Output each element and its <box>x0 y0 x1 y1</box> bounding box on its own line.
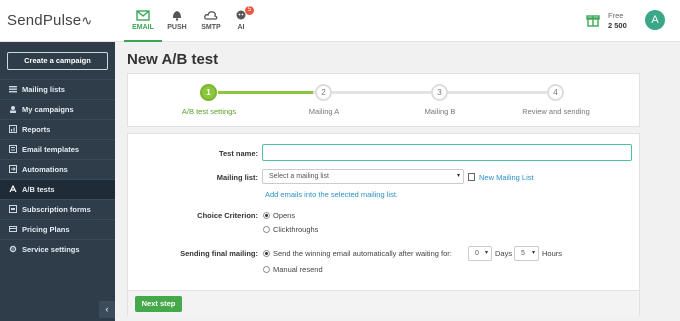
mailing-list-placeholder: Select a mailing list <box>269 173 329 180</box>
page-title: New A/B test <box>127 51 219 68</box>
new-mailing-list-link[interactable]: New Mailing List <box>479 173 534 182</box>
tab-email-label: EMAIL <box>132 24 154 31</box>
choice-criterion-label: Choice Criterion: <box>197 211 258 220</box>
avatar[interactable]: A <box>645 10 665 30</box>
choice-opens-radio[interactable] <box>263 212 270 219</box>
sending-auto-radio[interactable] <box>263 250 270 257</box>
pricing-icon <box>9 226 17 232</box>
sending-manual-radio[interactable] <box>263 266 270 273</box>
sendpulse-logo[interactable]: SendPulse∿ <box>7 12 92 29</box>
sidebar-item-label: My campaigns <box>22 105 74 114</box>
step-4-label: Review and sending <box>522 107 590 116</box>
choice-opens-label: Opens <box>273 211 296 220</box>
choice-clickthroughs-radio[interactable] <box>263 226 270 233</box>
hours-label: Hours <box>542 249 563 258</box>
days-label: Days <box>495 249 513 258</box>
settings-icon <box>9 245 17 253</box>
automation-icon <box>9 165 17 173</box>
ai-badge: 5 <box>245 6 254 15</box>
mailing-list-select[interactable]: Select a mailing list ▾ <box>262 169 464 184</box>
sidebar-item-label: Automations <box>22 165 68 174</box>
test-name-input[interactable] <box>262 144 632 161</box>
chevron-down-icon: ▾ <box>456 173 460 179</box>
sidebar-item-service-settings[interactable]: Service settings <box>0 239 115 259</box>
step-3-circle: 3 <box>431 84 448 101</box>
step-3-label: Mailing B <box>424 107 456 116</box>
bell-icon <box>173 11 181 21</box>
sidebar-item-mailing-lists[interactable]: Mailing lists <box>0 79 115 99</box>
sidebar-item-subscription-forms[interactable]: Subscription forms <box>0 199 115 219</box>
days-select[interactable]: 0 ▾ <box>468 246 492 261</box>
tab-push-label: PUSH <box>167 24 187 31</box>
chart-icon <box>9 125 17 133</box>
tab-ai[interactable]: 5 AI <box>222 6 260 42</box>
ab-icon <box>9 185 17 193</box>
logo-text: SendPulse <box>7 12 82 29</box>
sidebar-item-pricing-plans[interactable]: Pricing Plans <box>0 219 115 239</box>
sidebar-item-label: Mailing lists <box>22 85 65 94</box>
days-value: 0 <box>475 250 479 257</box>
chevron-down-icon: ▾ <box>531 250 535 256</box>
gift-icon[interactable] <box>586 13 600 27</box>
sidebar-item-label: A/B tests <box>22 185 55 194</box>
cloud-icon <box>204 11 218 20</box>
campaign-icon <box>10 106 16 113</box>
step-track-done <box>218 91 313 94</box>
plan-count: 2 500 <box>608 21 627 30</box>
sending-auto-label: Send the winning email automatically aft… <box>273 249 452 258</box>
tab-push[interactable]: PUSH <box>158 6 196 42</box>
choice-clickthroughs-label: Clickthroughs <box>273 225 319 234</box>
sidebar-item-automations[interactable]: Automations <box>0 159 115 179</box>
sidebar-item-reports[interactable]: Reports <box>0 119 115 139</box>
chevron-down-icon: ▾ <box>484 250 488 256</box>
sidebar-item-label: Subscription forms <box>22 205 91 214</box>
plan-info[interactable]: Free 2 500 <box>608 11 627 31</box>
ab-test-form: Test name: Mailing list: Select a mailin… <box>127 133 640 316</box>
tab-email[interactable]: EMAIL <box>124 6 162 42</box>
step-1-label: A/B test settings <box>181 107 237 116</box>
step-2-label: Mailing A <box>308 107 340 116</box>
sidebar: Create a campaign Mailing lists My campa… <box>0 42 115 321</box>
sidebar-nav: Mailing lists My campaigns Reports Email… <box>0 79 115 259</box>
step-2-circle: 2 <box>315 84 332 101</box>
mailing-list-label: Mailing list: <box>216 173 258 182</box>
step-1-circle: 1 <box>200 84 217 101</box>
sending-manual-label: Manual resend <box>273 265 323 274</box>
sidebar-item-email-templates[interactable]: Email templates <box>0 139 115 159</box>
tab-ai-label: AI <box>237 24 245 31</box>
hours-select[interactable]: 5 ▾ <box>514 246 539 261</box>
template-icon <box>9 145 17 153</box>
top-bar: SendPulse∿ EMAIL PUSH SMTP 5 AI Free 2 5… <box>0 0 680 42</box>
plan-name: Free <box>608 11 624 20</box>
sending-final-label: Sending final mailing: <box>180 249 258 258</box>
logo-wave-icon: ∿ <box>81 13 93 28</box>
sidebar-item-label: Reports <box>22 125 51 134</box>
hours-value: 5 <box>521 250 525 257</box>
collapse-sidebar-button[interactable]: ‹ <box>99 301 115 318</box>
sidebar-item-label: Email templates <box>22 145 80 154</box>
envelope-icon <box>136 10 150 21</box>
step-4-circle: 4 <box>547 84 564 101</box>
sidebar-item-label: Service settings <box>22 245 80 254</box>
new-list-icon <box>468 173 475 181</box>
form-footer: Next step <box>128 290 639 316</box>
steps-progress: 1 2 3 4 A/B test settings Mailing A Mail… <box>127 73 640 127</box>
sidebar-item-label: Pricing Plans <box>22 225 70 234</box>
next-step-button[interactable]: Next step <box>135 296 182 312</box>
add-emails-link[interactable]: Add emails into the selected mailing lis… <box>265 190 398 199</box>
create-campaign-button[interactable]: Create a campaign <box>7 52 108 70</box>
sidebar-item-ab-tests[interactable]: A/B tests <box>0 179 115 199</box>
list-icon <box>9 86 17 93</box>
sidebar-item-my-campaigns[interactable]: My campaigns <box>0 99 115 119</box>
form-icon <box>9 205 17 213</box>
test-name-label: Test name: <box>218 149 258 158</box>
